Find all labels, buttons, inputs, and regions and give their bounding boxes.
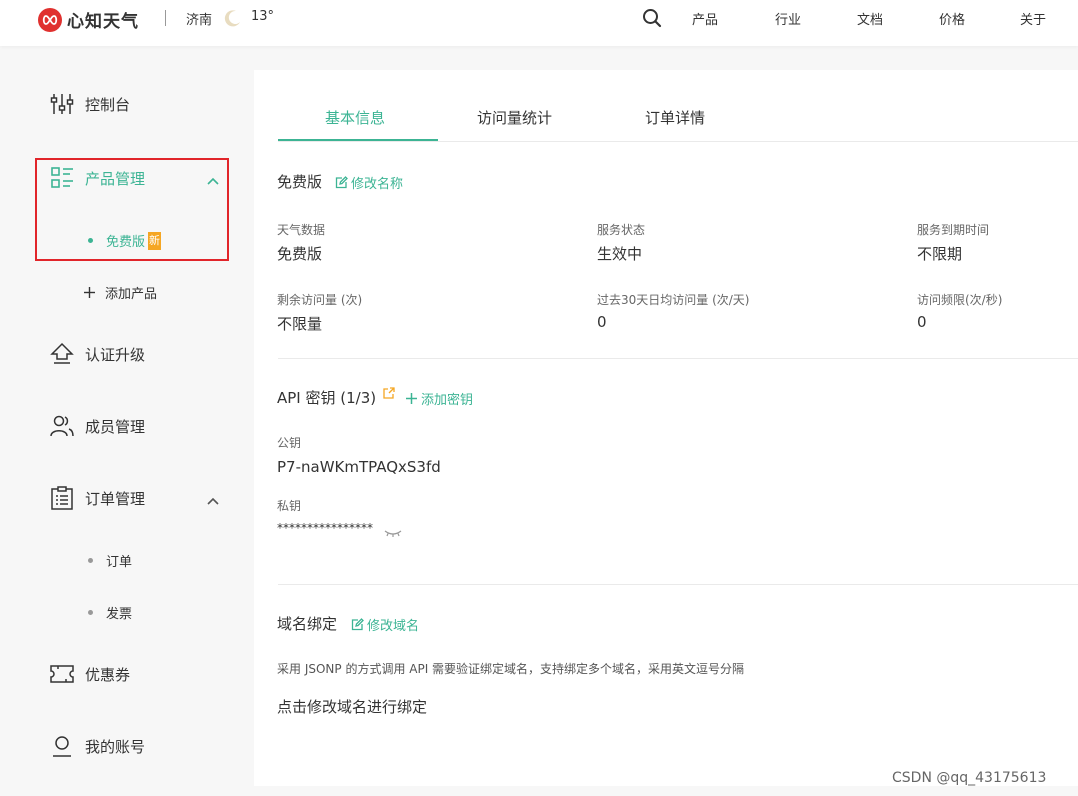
- sidebar-item-coupons[interactable]: 优惠券: [48, 660, 130, 688]
- active-tab-indicator: [278, 139, 438, 141]
- add-product-label: 添加产品: [105, 287, 158, 302]
- bullet-dot: [88, 558, 93, 563]
- sidebar-item-console[interactable]: 控制台: [48, 90, 130, 118]
- top-bar: 心知天气 济南 13° 产品 行业 文档 价格 关于: [0, 0, 1078, 46]
- private-key-label: 私钥: [277, 499, 302, 513]
- field-label: 过去30天日均访问量 (次/天): [597, 293, 750, 307]
- field-value: 不限期: [917, 245, 963, 263]
- plus-icon: [405, 392, 418, 405]
- chevron-up-icon[interactable]: [206, 491, 220, 510]
- field-label: 服务到期时间: [917, 223, 990, 237]
- sidebar-subitem-orders[interactable]: 订单: [88, 551, 132, 570]
- external-link-icon[interactable]: [383, 384, 395, 403]
- edit-domain-label: 修改域名: [367, 619, 420, 634]
- field-value: 不限量: [277, 315, 323, 333]
- private-key-value: ****************: [277, 521, 373, 535]
- field-value: 生效中: [597, 245, 643, 263]
- main-panel: 基本信息 访问量统计 订单详情 免费版 修改名称 天气数据 免费版 服务状态 生…: [254, 70, 1078, 786]
- highlight-box: [35, 158, 229, 261]
- field-label: 服务状态: [597, 223, 646, 237]
- domain-description: 采用 JSONP 的方式调用 API 需要验证绑定域名，支持绑定多个域名，采用英…: [277, 662, 745, 676]
- edit-domain-link[interactable]: 修改域名: [351, 615, 419, 634]
- sidebar-label-member-mgmt: 成员管理: [85, 417, 146, 436]
- nav-about[interactable]: 关于: [1020, 9, 1046, 28]
- moon-icon: [223, 8, 243, 32]
- domain-binding-title: 域名绑定: [277, 615, 338, 633]
- field-label: 访问频限(次/秒): [917, 293, 1003, 307]
- sidebar-label-coupons: 优惠券: [85, 665, 131, 684]
- sidebar-label-cert-upgrade: 认证升级: [85, 345, 146, 364]
- product-name: 免费版: [277, 173, 323, 191]
- sidebar-item-my-account[interactable]: 我的账号: [48, 732, 145, 760]
- section-divider: [278, 584, 1078, 585]
- public-key-value[interactable]: P7-naWKmTPAQxS3fd: [277, 458, 441, 476]
- sidebar-label-console: 控制台: [85, 95, 131, 114]
- rename-link[interactable]: 修改名称: [335, 173, 403, 192]
- public-key-label: 公钥: [277, 436, 302, 450]
- nav-pricing[interactable]: 价格: [939, 9, 965, 28]
- tab-traffic-stats[interactable]: 访问量统计: [477, 107, 552, 128]
- add-key-label: 添加密钥: [421, 393, 474, 408]
- field-value: 免费版: [277, 245, 323, 263]
- brand-name: 心知天气: [67, 12, 139, 32]
- field-label: 剩余访问量 (次): [277, 293, 363, 307]
- upgrade-arrow-icon: [48, 340, 76, 368]
- sidebar-item-cert-upgrade[interactable]: 认证升级: [48, 340, 145, 368]
- domain-prompt: 点击修改域名进行绑定: [277, 698, 428, 716]
- eye-closed-icon[interactable]: [383, 523, 403, 542]
- watermark: CSDN @qq_43175613: [892, 770, 1047, 786]
- tab-basic-info[interactable]: 基本信息: [325, 107, 385, 128]
- divider: [165, 10, 166, 26]
- clipboard-icon: [48, 484, 76, 512]
- brand-logo[interactable]: 心知天气: [38, 7, 139, 32]
- tab-order-details[interactable]: 订单详情: [645, 107, 705, 128]
- city-name[interactable]: 济南: [186, 9, 212, 28]
- sidebar-item-order-mgmt[interactable]: 订单管理: [48, 484, 145, 512]
- field-label: 天气数据: [277, 223, 326, 237]
- sidebar-label-my-account: 我的账号: [85, 737, 146, 756]
- search-icon[interactable]: [642, 8, 662, 32]
- rename-link-label: 修改名称: [351, 177, 404, 192]
- ticket-icon: [48, 660, 76, 688]
- invoice-label: 发票: [106, 607, 133, 622]
- nav-industry[interactable]: 行业: [775, 9, 801, 28]
- temperature: 13°: [251, 9, 275, 24]
- plus-icon: [83, 286, 96, 299]
- nav-products[interactable]: 产品: [692, 9, 718, 28]
- orders-label: 订单: [106, 555, 133, 570]
- sidebar-item-member-mgmt[interactable]: 成员管理: [48, 412, 145, 440]
- users-icon: [48, 412, 76, 440]
- bullet-dot: [88, 610, 93, 615]
- sidebar-subitem-add-product[interactable]: 添加产品: [83, 283, 157, 302]
- user-icon: [48, 732, 76, 760]
- edit-icon: [351, 618, 364, 631]
- section-divider: [278, 358, 1078, 359]
- field-value: 0: [917, 313, 927, 331]
- api-key-title: API 密钥 (1/3): [277, 389, 377, 407]
- tab-divider: [278, 141, 1078, 142]
- sliders-icon: [48, 90, 76, 118]
- logo-icon: [38, 7, 62, 32]
- add-key-link[interactable]: 添加密钥: [405, 389, 473, 408]
- sidebar-label-order-mgmt: 订单管理: [85, 489, 146, 508]
- sidebar-subitem-invoice[interactable]: 发票: [88, 603, 132, 622]
- edit-icon: [335, 176, 348, 189]
- field-value: 0: [597, 313, 607, 331]
- nav-docs[interactable]: 文档: [857, 9, 883, 28]
